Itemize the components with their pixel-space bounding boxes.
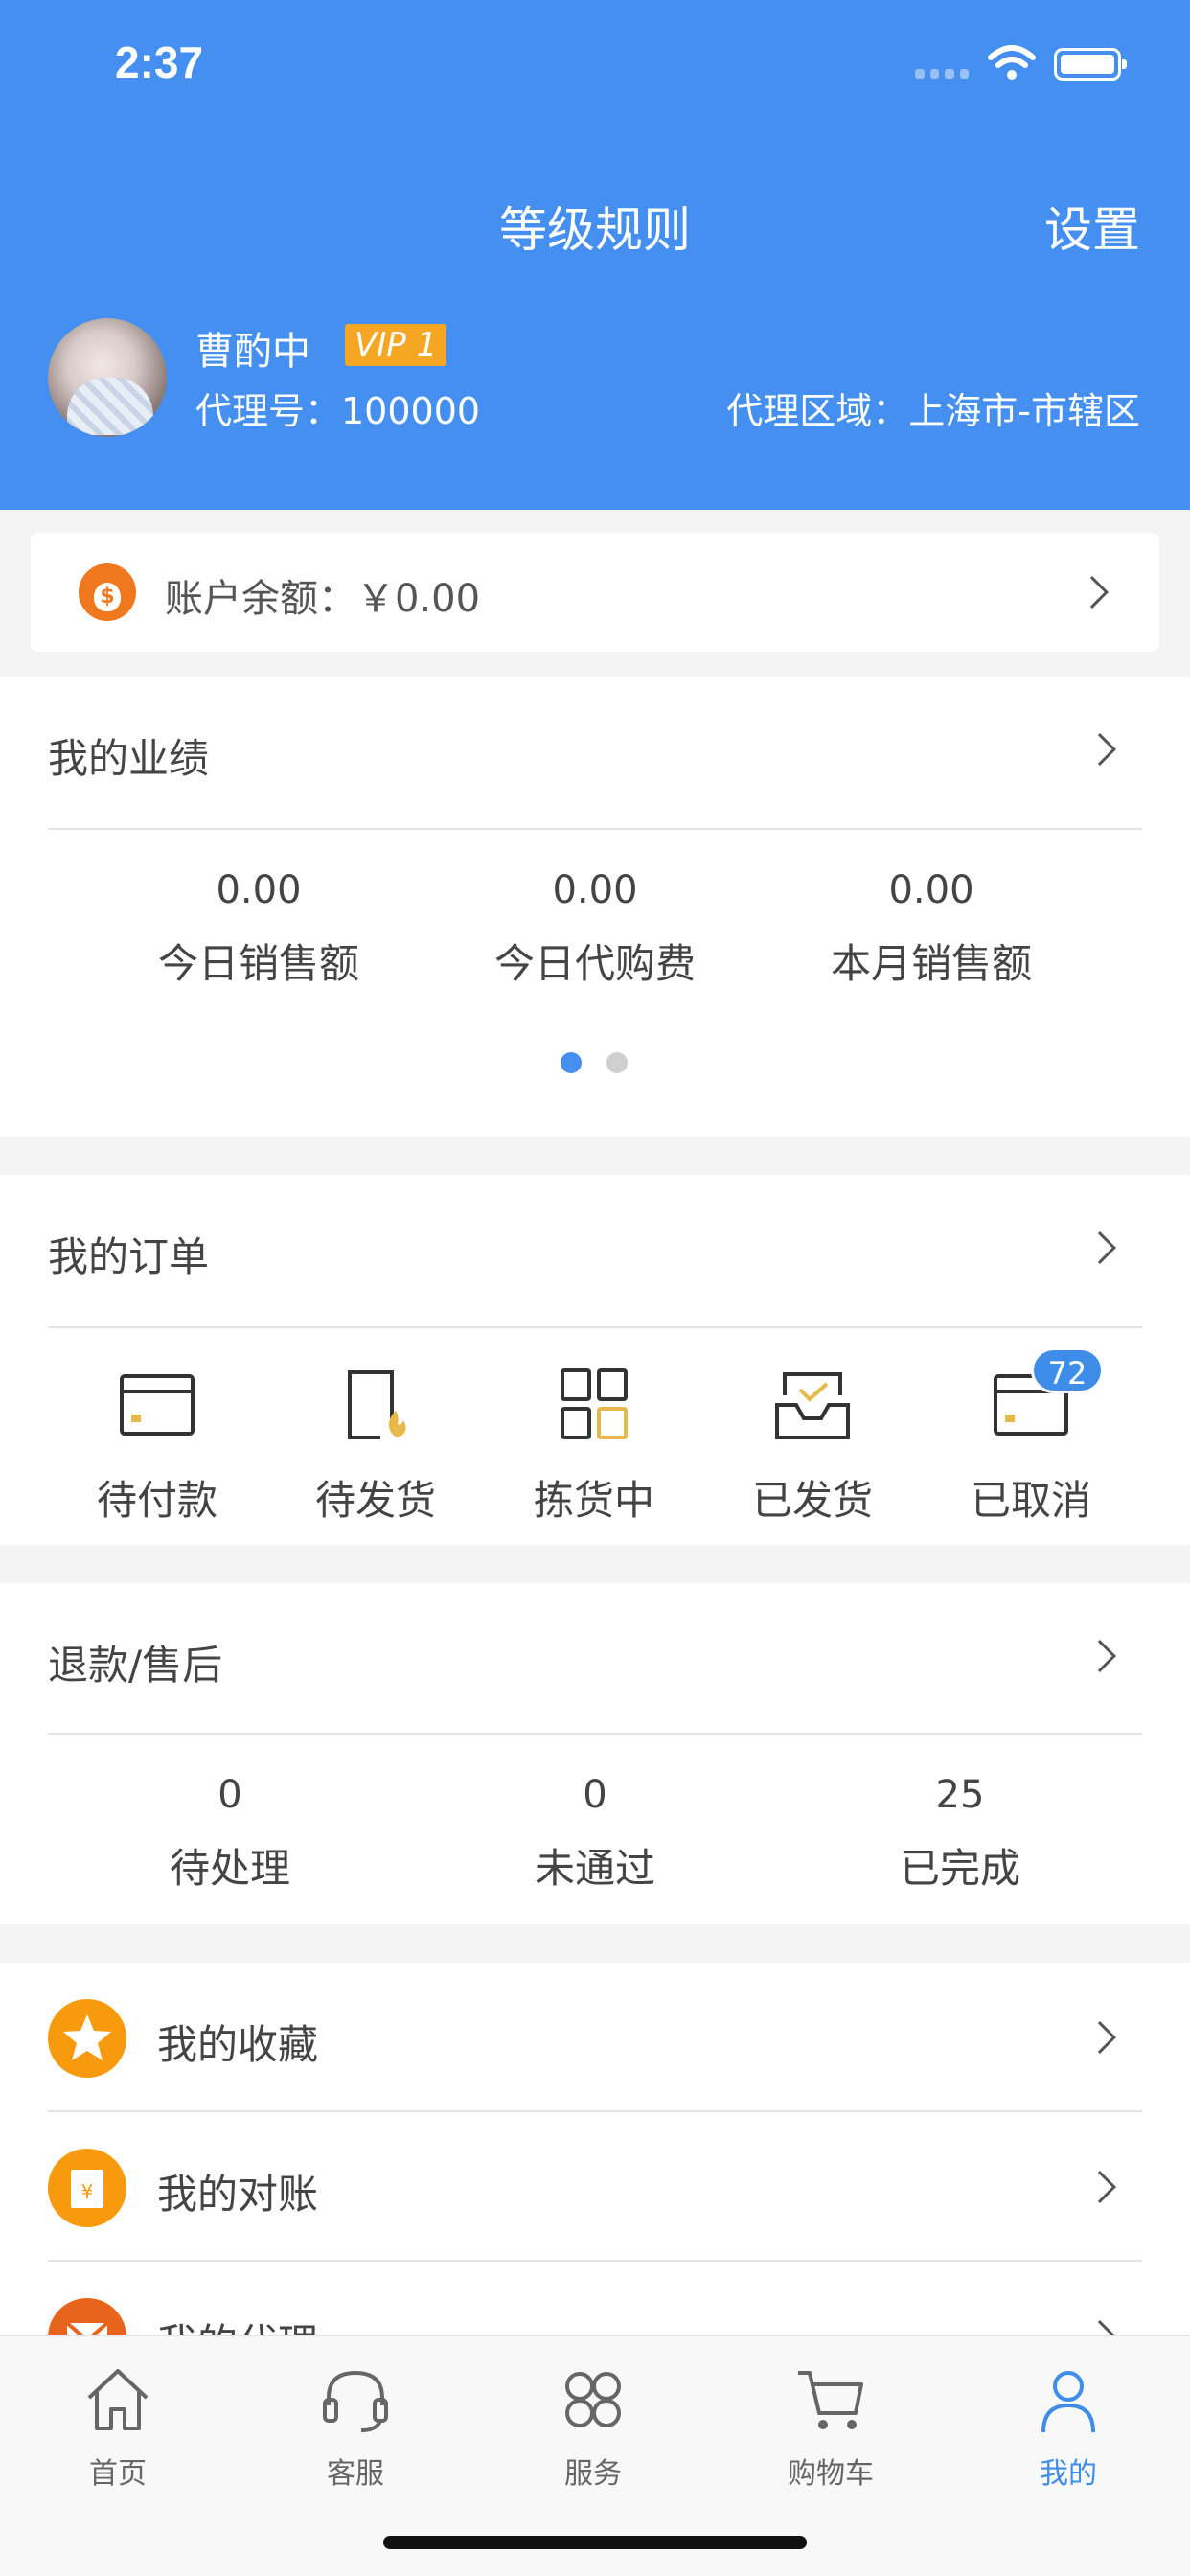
settings-button[interactable]: 设置 [1044,192,1140,261]
bill-icon: ¥ [48,2149,126,2227]
user-name: 曹酌中 [195,330,310,374]
menu-favorites[interactable]: 我的收藏 [0,1963,1190,2112]
chevron-right-icon [1084,2021,1116,2054]
tab-label: 首页 [89,2457,147,2491]
refund-completed[interactable]: 25 已完成 [816,1773,1104,1895]
tab-label: 购物车 [788,2457,874,2491]
star-icon [48,1999,126,2078]
mail-icon [48,2298,126,2336]
stat-label: 今日代购费 [493,940,696,987]
order-label: 已取消 [970,1477,1091,1524]
stat-value: 25 [935,1773,985,1817]
page-dot[interactable] [606,1052,628,1073]
stat-value: 0.00 [216,868,302,912]
page-title[interactable]: 等级规则 [0,192,1190,261]
tab-label: 客服 [327,2457,384,2491]
cellular-signal-icon [915,69,969,79]
stat-label: 未通过 [534,1845,655,1892]
grid-icon [561,1368,628,1439]
account-balance-row[interactable]: 账户余额：￥0.00 [31,533,1159,652]
stat-value: 0.00 [888,868,974,912]
profile-header: 2:37 等级规则 设置 曹酌中 VIP 1 代理号：100000 代理区域：上… [0,0,1190,510]
wifi-icon [988,45,1036,80]
tab-label: 服务 [564,2457,622,2491]
svg-text:¥: ¥ [81,2180,94,2203]
stat-label: 本月销售额 [830,940,1032,987]
stat-today-sales: 0.00 今日销售额 [115,868,402,990]
status-time: 2:37 [115,37,204,87]
avatar[interactable] [48,318,167,437]
menu-reconciliation[interactable]: ¥ 我的对账 [0,2112,1190,2262]
refund-pending[interactable]: 0 待处理 [86,1773,374,1895]
chevron-right-icon [1084,2171,1116,2203]
stat-label: 待处理 [169,1845,290,1892]
tab-services[interactable]: 服务 [516,2361,670,2492]
tab-customer-service[interactable]: 客服 [279,2361,432,2492]
stat-value: 0 [217,1773,242,1817]
user-icon [1041,2371,1095,2433]
tab-cart[interactable]: 购物车 [754,2361,907,2492]
chevron-right-icon[interactable] [1084,1231,1116,1264]
order-label: 拣货中 [533,1477,654,1524]
order-label: 已发货 [751,1477,873,1524]
stat-value: 0.00 [552,868,638,912]
order-shipped[interactable]: 已发货 [717,1367,908,1527]
menu-label: 我的代理 [157,2312,318,2336]
money-bag-icon [79,564,136,621]
divider [48,1733,1142,1735]
stat-label: 已完成 [899,1845,1020,1892]
stat-today-purchase-fee: 0.00 今日代购费 [451,868,739,990]
page-dot-active[interactable] [561,1052,582,1073]
tab-mine[interactable]: 我的 [992,2361,1145,2492]
order-pending-shipment[interactable]: 待发货 [280,1367,471,1527]
stat-label: 今日销售额 [157,940,359,987]
order-pending-payment[interactable]: 待付款 [61,1367,253,1527]
order-label: 待发货 [314,1477,436,1524]
divider [48,828,1142,830]
divider [48,1326,1142,1328]
order-label: 待付款 [96,1477,217,1524]
tab-home[interactable]: 首页 [41,2361,195,2492]
tab-label: 我的 [1040,2457,1097,2491]
inbox-check-icon [775,1372,850,1439]
home-indicator[interactable] [383,2536,807,2549]
battery-icon [1054,48,1127,80]
performance-title[interactable]: 我的业绩 [48,726,209,785]
headset-icon [323,2370,388,2432]
apps-icon [565,2372,621,2427]
cart-icon [798,2371,863,2429]
menu-agent[interactable]: 我的代理 [0,2262,1190,2336]
order-picking[interactable]: 拣货中 [498,1367,690,1527]
agent-number: 代理号：100000 [195,390,481,432]
stat-value: 0 [583,1773,607,1817]
refund-rejected[interactable]: 0 未通过 [451,1773,739,1895]
chevron-right-icon[interactable] [1084,733,1116,766]
stat-month-sales: 0.00 本月销售额 [788,868,1075,990]
menu-label: 我的对账 [157,2171,319,2218]
refund-title[interactable]: 退款/售后 [48,1633,222,1691]
tablet-fire-icon [348,1370,406,1439]
balance-label: 账户余额：￥0.00 [165,577,481,621]
orders-section: 我的订单 待付款 待发货 拣货中 已发货 已取消 [0,1175,1190,1545]
performance-section: 我的业绩 0.00 今日销售额 0.00 今日代购费 0.00 本月销售额 [0,677,1190,1137]
orders-title[interactable]: 我的订单 [48,1225,209,1283]
chevron-right-icon[interactable] [1084,1640,1116,1672]
cancelled-count-badge: 72 [1031,1347,1104,1393]
refund-section: 退款/售后 0 待处理 0 未通过 25 已完成 [0,1583,1190,1924]
card-icon [120,1374,195,1436]
vip-badge: VIP 1 [345,324,447,366]
agent-region: 代理区域：上海市-市辖区 [726,390,1140,432]
menu-list: 我的收藏 ¥ 我的对账 我的代理 [0,1963,1190,2336]
chevron-right-icon [1076,576,1109,609]
home-icon [87,2369,149,2430]
menu-label: 我的收藏 [157,2021,319,2068]
order-cancelled[interactable]: 已取消 [935,1367,1127,1527]
